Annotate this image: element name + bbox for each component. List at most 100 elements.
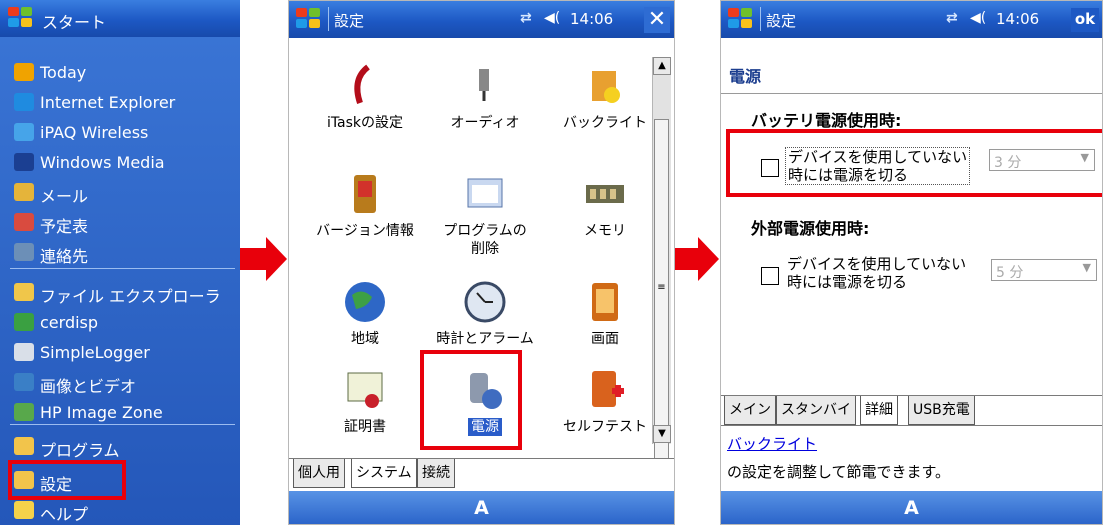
highlight-settings-item xyxy=(8,460,126,500)
settings-item-label: プログラムの削除 xyxy=(443,223,527,257)
settings-item[interactable]: iTaskの設定 xyxy=(303,63,427,132)
start-menu-item[interactable]: 予定表 xyxy=(0,208,240,237)
file-explorer-icon xyxy=(14,283,34,301)
external-auto-off-checkbox[interactable] xyxy=(761,267,779,285)
start-menu-item-label: HP Image Zone xyxy=(40,403,163,422)
menu-divider xyxy=(10,424,235,425)
volume-icon[interactable]: ◀( xyxy=(970,10,986,26)
settings-item-label: 時計とアラーム xyxy=(436,331,534,347)
input-panel-bar: A xyxy=(289,491,674,524)
scroll-up-button[interactable]: ▲ xyxy=(653,57,671,75)
ipaq-wireless-icon xyxy=(14,123,34,141)
vertical-scrollbar[interactable]: ▲ ≡ ▼ xyxy=(652,57,671,465)
external-timeout-dropdown[interactable]: 5 分 ▼ xyxy=(991,259,1097,281)
start-menu-item[interactable]: Today xyxy=(0,58,240,87)
cerdisp-icon xyxy=(14,313,34,331)
start-menu-item-label: 画像とビデオ xyxy=(40,377,137,396)
settings-panel: 設定 ⇄ ◀( 14:06 ✕ iTaskの設定 オーディオ バックライトバージョン… xyxy=(288,0,675,525)
power-tab-bar: メイン スタンバイ 詳細 USB充電 xyxy=(721,395,1102,426)
tab-system[interactable]: システム xyxy=(351,459,417,488)
settings-item[interactable]: プログラムの削除 xyxy=(423,171,547,258)
settings-item-label: 画面 xyxy=(591,331,619,347)
start-menu-item[interactable]: プログラム xyxy=(0,432,240,461)
remove-programs-icon xyxy=(462,171,508,217)
windows-flag-icon[interactable] xyxy=(296,8,322,30)
mail-icon xyxy=(14,183,34,201)
scroll-thumb[interactable]: ≡ xyxy=(654,119,669,465)
flow-arrow-1 xyxy=(240,237,288,281)
settings-item-label: バックライト xyxy=(563,115,647,131)
connectivity-icon[interactable]: ⇄ xyxy=(520,10,532,26)
self-test-icon xyxy=(582,367,628,413)
start-menu-item-label: ヘルプ xyxy=(40,505,89,524)
external-section-title: 外部電源使用時: xyxy=(751,219,870,238)
help-icon xyxy=(14,501,34,519)
input-method-button[interactable]: A xyxy=(474,497,489,519)
clock[interactable]: 14:06 xyxy=(996,10,1039,28)
version-info-icon xyxy=(342,171,388,217)
windows-flag-icon[interactable] xyxy=(8,7,34,29)
tab-personal[interactable]: 個人用 xyxy=(293,459,345,488)
input-method-button[interactable]: A xyxy=(904,497,919,519)
settings-item[interactable]: 地域 xyxy=(303,279,427,348)
start-menu-item[interactable]: iPAQ Wireless xyxy=(0,118,240,147)
start-menu-titlebar: スタート xyxy=(0,0,240,37)
scroll-down-button[interactable]: ▼ xyxy=(653,425,671,443)
settings-item[interactable]: セルフテスト xyxy=(543,367,667,436)
region-icon xyxy=(342,279,388,325)
settings-item[interactable]: 画面 xyxy=(543,279,667,348)
settings-item-label: バージョン情報 xyxy=(316,223,414,239)
programs-folder-icon xyxy=(14,437,34,455)
settings-item-label: メモリ xyxy=(584,223,626,239)
tab-connections[interactable]: 接続 xyxy=(417,459,455,488)
tab-main[interactable]: メイン xyxy=(724,396,776,425)
backlight-link[interactable]: バックライト xyxy=(727,433,817,454)
settings-item[interactable]: オーディオ xyxy=(423,63,547,132)
external-auto-off-label[interactable]: デバイスを使用していない 時には電源を切る xyxy=(785,255,968,291)
settings-item[interactable]: 証明書 xyxy=(303,367,427,436)
chevron-down-icon: ▼ xyxy=(1082,261,1091,274)
start-menu-item[interactable]: SimpleLogger xyxy=(0,338,240,367)
start-menu-panel: スタート Today Internet Explorer iPAQ Wireless… xyxy=(0,0,240,525)
start-menu-item[interactable]: 連絡先 xyxy=(0,238,240,267)
input-panel-bar: A xyxy=(721,491,1102,524)
windows-flag-icon[interactable] xyxy=(728,8,754,30)
close-button[interactable]: ✕ xyxy=(644,7,670,33)
clock[interactable]: 14:06 xyxy=(570,10,613,28)
start-menu-item-label: 連絡先 xyxy=(40,247,89,266)
backlight-icon xyxy=(582,63,628,109)
flow-arrow-2 xyxy=(674,237,720,281)
start-menu-item[interactable]: ファイル エクスプローラ xyxy=(0,278,240,307)
connectivity-icon[interactable]: ⇄ xyxy=(946,10,958,26)
start-menu-item-label: iPAQ Wireless xyxy=(40,123,149,142)
volume-icon[interactable]: ◀( xyxy=(544,10,560,26)
start-menu-item[interactable]: Windows Media xyxy=(0,148,240,177)
tab-advanced[interactable]: 詳細 xyxy=(860,396,898,425)
start-menu-item-label: cerdisp xyxy=(40,313,99,332)
settings-item[interactable]: メモリ xyxy=(543,171,667,240)
start-menu-item[interactable]: HP Image Zone xyxy=(0,398,240,427)
windows-media-icon xyxy=(14,153,34,171)
contacts-icon xyxy=(14,243,34,261)
ok-button[interactable]: ok xyxy=(1071,8,1099,32)
settings-item[interactable]: バージョン情報 xyxy=(303,171,427,240)
settings-item-label: セルフテスト xyxy=(563,419,647,435)
settings-item[interactable]: 時計とアラーム xyxy=(423,279,547,348)
tab-standby[interactable]: スタンバイ xyxy=(776,396,856,425)
start-menu-item[interactable]: ヘルプ xyxy=(0,496,240,525)
hp-image-zone-icon xyxy=(14,403,34,421)
start-menu-item-label: ファイル エクスプローラ xyxy=(40,287,221,306)
tab-usb-charging[interactable]: USB充電 xyxy=(908,396,975,425)
settings-item-label: 証明書 xyxy=(344,419,386,435)
settings-item-label: 地域 xyxy=(351,331,379,347)
start-menu-item[interactable]: cerdisp xyxy=(0,308,240,337)
start-menu-item[interactable]: メール xyxy=(0,178,240,207)
settings-item[interactable]: バックライト xyxy=(543,63,667,132)
clock-alarm-icon xyxy=(462,279,508,325)
start-menu-item[interactable]: 画像とビデオ xyxy=(0,368,240,397)
start-menu-item[interactable]: Internet Explorer xyxy=(0,88,240,117)
screen-icon xyxy=(582,279,628,325)
highlight-battery-option xyxy=(726,129,1102,197)
settings-titlebar: 設定 ⇄ ◀( 14:06 ✕ xyxy=(289,1,674,38)
power-titlebar: 設定 ⇄ ◀( 14:06 ok xyxy=(721,1,1102,38)
